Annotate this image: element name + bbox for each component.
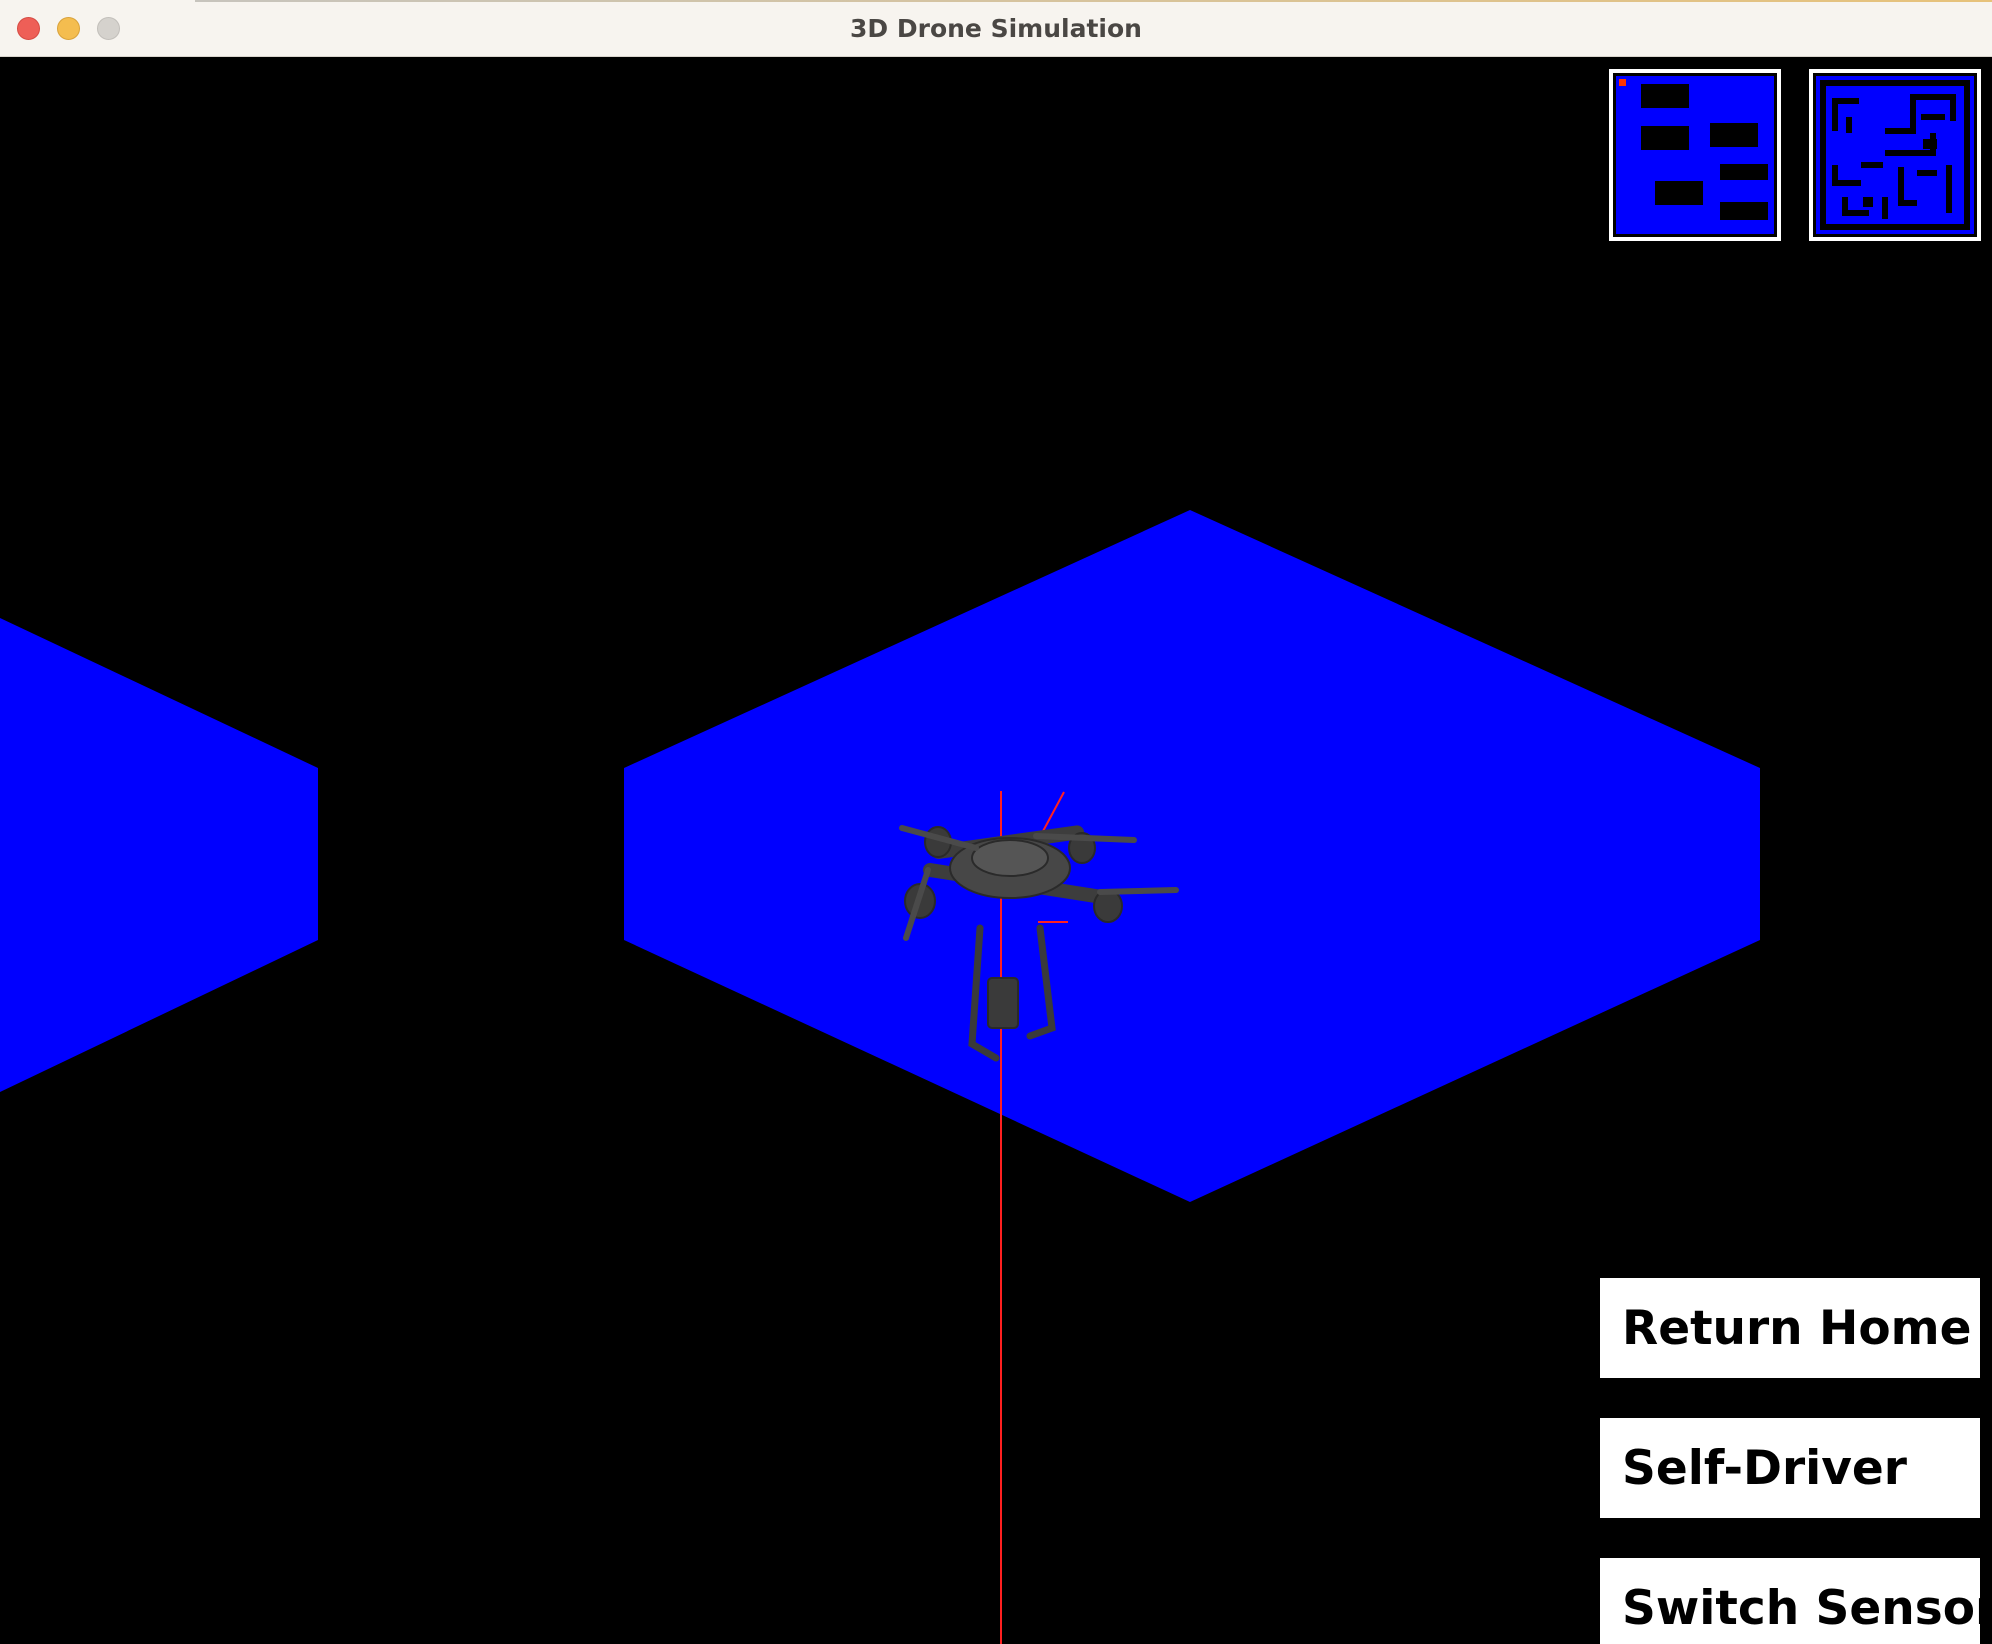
maze-map-icon [1816, 76, 1974, 234]
obstacle-map-icon [1616, 76, 1774, 234]
maze-minimap[interactable] [1809, 69, 1981, 241]
floor-tile-left [0, 618, 318, 1092]
obstacle-minimap[interactable] [1609, 69, 1781, 241]
self-driver-button[interactable]: Self-Driver [1600, 1418, 1980, 1518]
title-bar[interactable]: 3D Drone Simulation [0, 0, 1992, 57]
window-title: 3D Drone Simulation [850, 14, 1142, 43]
drone-position-marker [1619, 79, 1626, 86]
3d-viewport[interactable]: Return Home Self-Driver Switch Sensors [0, 58, 1992, 1644]
app-window: 3D Drone Simulation Return Home Self-Dri… [0, 0, 1992, 1644]
switch-sensors-button[interactable]: Switch Sensors [1600, 1558, 1980, 1644]
scene-canvas [0, 510, 1760, 1644]
return-home-button[interactable]: Return Home [1600, 1278, 1980, 1378]
floor-tile-center [624, 510, 1760, 1202]
